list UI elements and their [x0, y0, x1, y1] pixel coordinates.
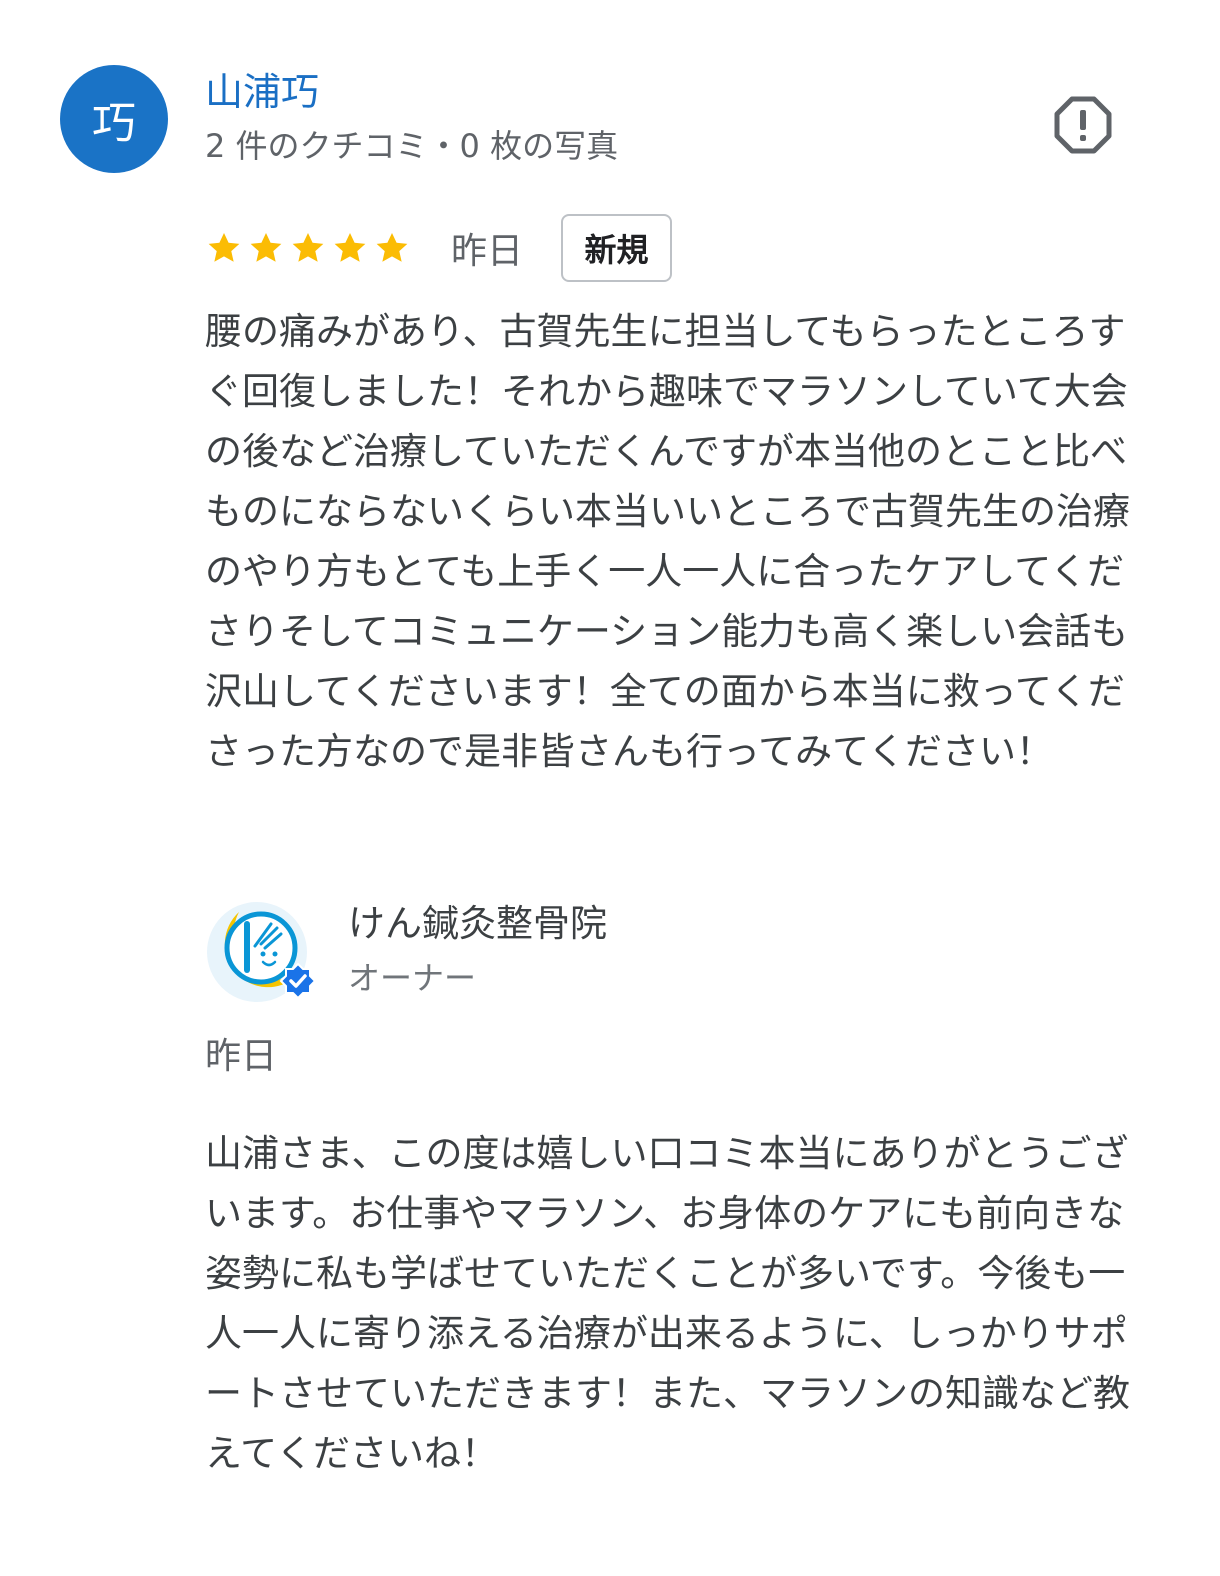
reviewer-meta: 2 件のクチコミ・0 枚の写真 [205, 127, 619, 165]
review-text: 腰の痛みがあり、古賀先生に担当してもらったところすぐ回復しました！それから趣味で… [205, 310, 1130, 773]
reviewer-avatar[interactable]: 巧 [60, 65, 168, 173]
report-icon[interactable] [1054, 96, 1112, 154]
owner-role: オーナー [348, 959, 477, 997]
avatar-initial: 巧 [92, 98, 136, 149]
verified-badge-icon [279, 962, 317, 1000]
star-rating [205, 229, 411, 267]
star-icon [250, 232, 282, 262]
star-icon [334, 232, 366, 262]
star-icon [208, 232, 240, 262]
new-badge: 新規 [561, 214, 673, 282]
review-date: 昨日 [451, 231, 524, 272]
rating-row: 昨日 新規 [205, 212, 673, 284]
star-icon [376, 232, 408, 262]
owner-name: けん鍼灸整骨院 [348, 902, 607, 945]
star-icon [292, 232, 324, 262]
owner-logo [205, 898, 317, 1008]
reviewer-name-link[interactable]: 山浦巧 [205, 66, 319, 118]
reply-date: 昨日 [205, 1036, 278, 1077]
reply-text: 山浦さま、この度は嬉しい口コミ本当にありがとうございます。お仕事やマラソン、お身… [205, 1132, 1130, 1475]
